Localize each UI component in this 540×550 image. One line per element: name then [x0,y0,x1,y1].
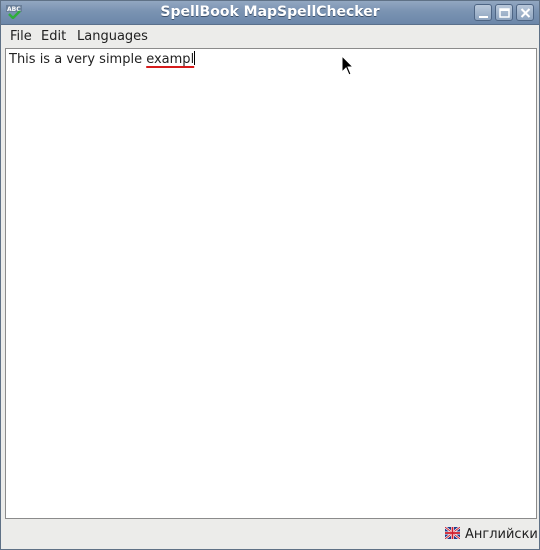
uk-flag-icon[interactable] [444,526,461,540]
minimize-button[interactable] [474,4,492,21]
editor-text: This is a very simple [9,52,147,67]
text-caret [194,51,196,65]
misspelled-word[interactable]: exampl [146,52,194,67]
minimize-icon [479,16,488,18]
close-icon [520,8,531,18]
menu-edit[interactable]: Edit [41,29,66,44]
close-button[interactable] [516,4,534,21]
text-line: This is a very simple exampl [9,51,196,67]
app-window: ABC SpellBook MapSpellChecker File Edit … [0,0,540,550]
language-label[interactable]: Английски [465,527,538,542]
menu-file[interactable]: File [10,29,32,44]
mouse-pointer-icon [341,55,355,76]
maximize-icon [499,8,510,18]
title-bar[interactable]: ABC SpellBook MapSpellChecker [1,1,539,25]
status-bar: Английски [1,521,539,549]
menu-bar: File Edit Languages [1,25,539,47]
maximize-button[interactable] [495,4,513,21]
text-editor[interactable]: This is a very simple exampl [5,48,537,519]
window-title: SpellBook MapSpellChecker [160,4,380,20]
menu-languages[interactable]: Languages [77,29,148,44]
